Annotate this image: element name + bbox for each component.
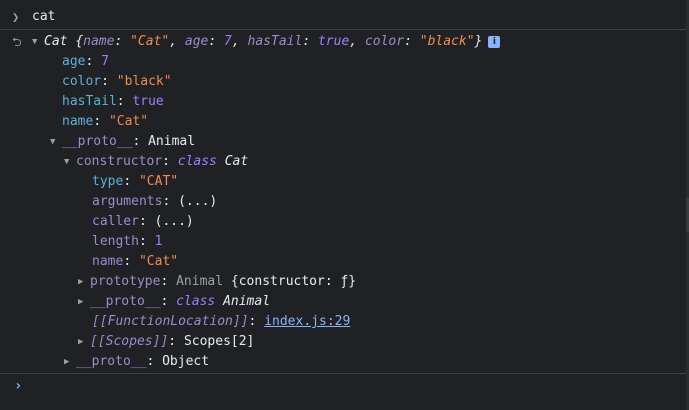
property-row: age: 7 [62, 54, 109, 69]
constructor-toggle[interactable]: ▼ constructor: class Cat [64, 152, 248, 172]
property-key: __proto__ [76, 354, 147, 369]
constructor-proto-toggle[interactable]: ▶ __proto__: class Animal [78, 292, 270, 312]
return-arrow-icon: ⮌ [12, 35, 22, 49]
property-key: constructor [76, 154, 163, 169]
property-row[interactable]: caller: (...) [92, 212, 194, 232]
class-keyword: class [177, 154, 217, 169]
property-key: arguments [92, 194, 163, 209]
property-key: age [62, 54, 86, 69]
property-key: prototype [90, 274, 161, 289]
triangle-right-icon: ▶ [64, 357, 70, 367]
object-proto-toggle[interactable]: ▶ __proto__: Object [64, 352, 209, 372]
property-row: length: 1 [92, 234, 163, 249]
property-value: Scopes[2] [183, 334, 255, 349]
property-key: name [62, 114, 94, 129]
prototype-toggle[interactable]: ▶ prototype: Animal {constructor: ƒ} [78, 272, 356, 292]
object-preview: {name: "Cat", age: 7, hasTail: true, col… [75, 34, 483, 49]
triangle-down-icon: ▼ [32, 37, 38, 47]
console-prompt[interactable]: › [0, 376, 686, 396]
class-keyword: class [176, 294, 216, 309]
property-row: type: "CAT" [92, 174, 179, 189]
property-row[interactable]: arguments: (...) [92, 192, 217, 212]
info-icon[interactable]: i [488, 35, 501, 48]
property-key: type [92, 174, 124, 189]
property-key: color [62, 74, 102, 89]
class-name: Animal [223, 294, 271, 309]
divider [0, 373, 686, 374]
property-row: color: "black" [62, 74, 172, 89]
property-key: [[FunctionLocation]] [92, 314, 249, 329]
triangle-down-icon: ▼ [50, 137, 56, 147]
property-key: [[Scopes]] [90, 334, 169, 349]
prototype-class: Animal [176, 274, 224, 289]
property-value: 7 [101, 54, 109, 69]
property-row: name: "Cat" [92, 254, 179, 269]
triangle-right-icon: ▶ [78, 277, 84, 287]
object-class-name: Cat [44, 34, 68, 49]
property-value: Object [162, 354, 210, 369]
console-panel: ❯ cat ⮌ ▼ Cat {name: "Cat", age: 7, hasTa… [0, 0, 686, 410]
property-value: "black" [116, 74, 172, 89]
input-text: cat [32, 9, 56, 24]
property-key: caller [92, 214, 139, 229]
property-value: (...) [154, 214, 194, 229]
triangle-right-icon: ▶ [78, 337, 84, 347]
property-key: length [92, 234, 139, 249]
divider [0, 29, 686, 30]
property-value: 1 [154, 234, 163, 249]
property-row: hasTail: true [62, 94, 164, 109]
property-key: __proto__ [62, 134, 133, 149]
chevron-right-icon: ❯ [12, 10, 20, 24]
chevron-right-icon: › [14, 378, 23, 394]
property-value: Animal [148, 134, 196, 149]
property-value: "CAT" [138, 174, 179, 189]
result-object-toggle[interactable]: ▼ Cat {name: "Cat", age: 7, hasTail: true… [32, 32, 501, 52]
property-value: "Cat" [108, 114, 149, 129]
property-value: true [132, 94, 164, 109]
console-input-line[interactable]: ❯ cat [0, 7, 686, 27]
triangle-right-icon: ▶ [78, 297, 84, 307]
property-value: {constructor: ƒ} [230, 274, 357, 289]
property-key: __proto__ [90, 294, 161, 309]
property-row: name: "Cat" [62, 114, 149, 129]
proto-toggle[interactable]: ▼ __proto__: Animal [50, 132, 195, 152]
property-key: hasTail [62, 94, 117, 109]
property-key: name [92, 254, 124, 269]
class-name: Cat [224, 154, 249, 169]
triangle-down-icon: ▼ [64, 157, 70, 167]
function-location-row: [[FunctionLocation]]: index.js:29 [92, 314, 351, 329]
property-value: "Cat" [138, 254, 179, 269]
source-link[interactable]: index.js:29 [264, 314, 350, 329]
scopes-toggle[interactable]: ▶ [[Scopes]]: Scopes[2] [78, 332, 254, 352]
result-line: ⮌ ▼ Cat {name: "Cat", age: 7, hasTail: tr… [0, 32, 686, 52]
property-value: (...) [178, 194, 218, 209]
